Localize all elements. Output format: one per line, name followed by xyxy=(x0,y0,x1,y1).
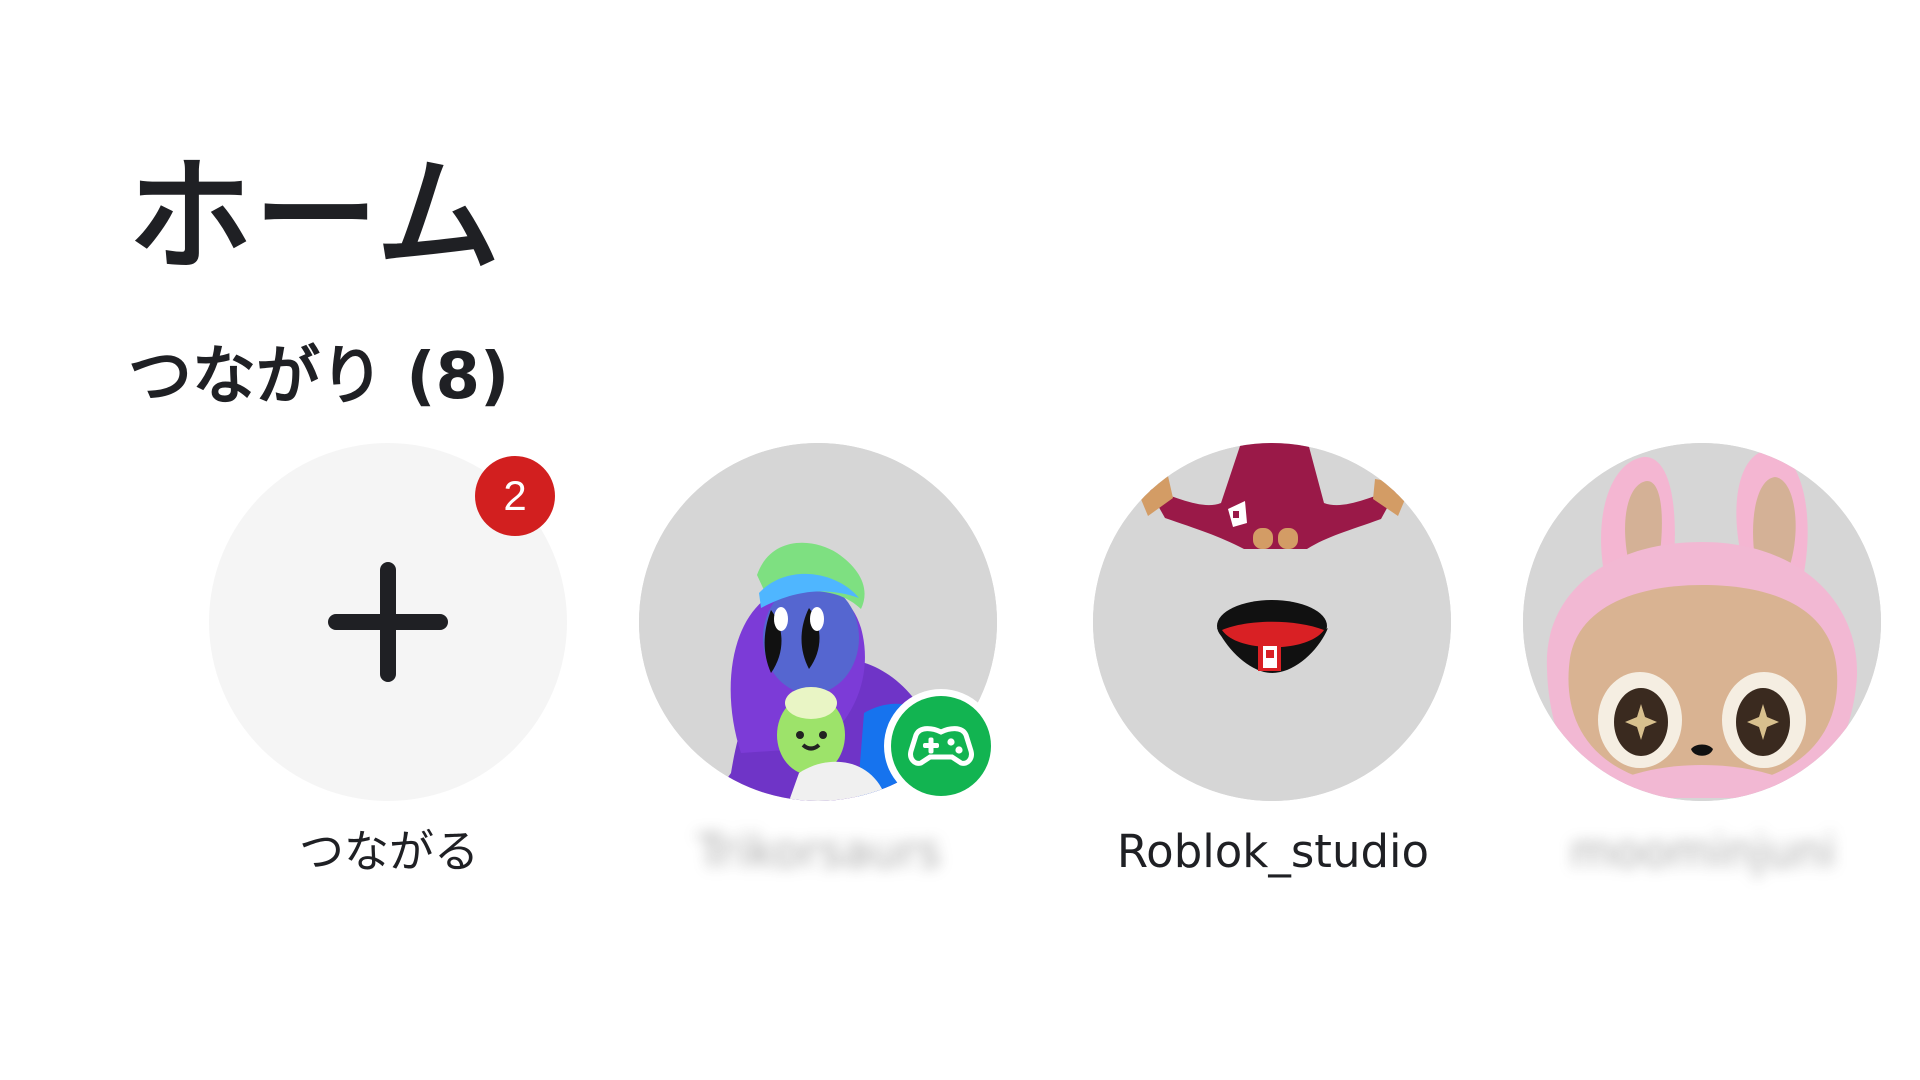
avatar-image xyxy=(1093,443,1451,801)
avatar[interactable] xyxy=(1093,443,1451,801)
connection-name: moominjuni xyxy=(1570,825,1836,878)
add-connection-label: つながる xyxy=(298,825,479,878)
connection-name: Roblok_studio xyxy=(1116,825,1430,878)
connections-row: 2 つながる Trikorsaurs Roblok_studio moominj… xyxy=(0,443,1920,903)
home-page: ホーム つながり (8) 2 つながる Trikorsaurs Roblok_s… xyxy=(0,0,1920,1080)
page-title: ホーム xyxy=(128,145,503,290)
plus-icon xyxy=(328,562,448,682)
notification-badge: 2 xyxy=(475,456,555,536)
gamepad-icon xyxy=(908,726,974,766)
avatar[interactable] xyxy=(1523,443,1881,801)
connection-name: Trikorsaurs xyxy=(697,825,941,878)
connections-title: つながり (8) xyxy=(128,340,510,415)
game-status-badge xyxy=(891,696,991,796)
avatar-image xyxy=(1523,443,1881,801)
add-connection-item[interactable]: 2 つながる xyxy=(209,443,569,903)
connection-item[interactable]: moominjuni xyxy=(1523,443,1883,903)
connection-item[interactable]: Roblok_studio xyxy=(1093,443,1453,903)
connection-item[interactable]: Trikorsaurs xyxy=(639,443,999,903)
